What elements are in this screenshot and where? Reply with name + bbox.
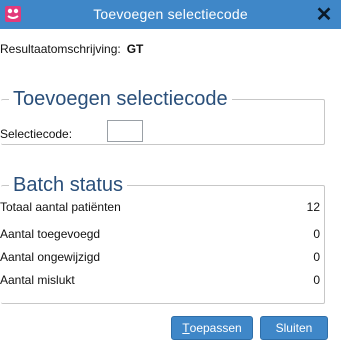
- status-row-total: Totaal aantal patiënten 12: [0, 200, 322, 214]
- selectiecode-group-title: Toevoegen selectiecode: [13, 88, 228, 110]
- status-value-total: 12: [306, 200, 320, 214]
- status-row-added: Aantal toegevoegd 0: [0, 227, 322, 241]
- apply-button-label: oepassen: [189, 321, 242, 335]
- status-row-unchanged: Aantal ongewijzigd 0: [0, 250, 322, 264]
- status-row-failed: Aantal mislukt 0: [0, 273, 322, 287]
- status-label-failed: Aantal mislukt: [0, 273, 75, 287]
- result-description: Resultaatomschrijving: GT: [0, 42, 143, 56]
- title-bar[interactable]: Toevoegen selectiecode ✕: [0, 0, 341, 29]
- dialog-window: Toevoegen selectiecode ✕ Resultaatomschr…: [0, 0, 341, 354]
- batch-status-title: Batch status: [13, 174, 124, 196]
- status-value-failed: 0: [313, 273, 320, 287]
- close-button[interactable]: Sluiten: [260, 316, 328, 340]
- apply-button[interactable]: Toepassen: [171, 316, 253, 340]
- result-description-value: GT: [126, 42, 144, 56]
- apply-button-mnemonic: T: [182, 321, 190, 335]
- selectiecode-label: Selectiecode:: [0, 127, 73, 141]
- result-description-label: Resultaatomschrijving:: [0, 42, 121, 56]
- selectiecode-input[interactable]: [107, 120, 143, 142]
- window-title: Toevoegen selectiecode: [93, 6, 248, 22]
- status-label-total: Totaal aantal patiënten: [0, 200, 121, 214]
- status-label-unchanged: Aantal ongewijzigd: [0, 250, 101, 264]
- close-icon[interactable]: ✕: [313, 3, 335, 26]
- status-label-added: Aantal toegevoegd: [0, 227, 101, 241]
- status-value-added: 0: [313, 227, 320, 241]
- status-value-unchanged: 0: [313, 250, 320, 264]
